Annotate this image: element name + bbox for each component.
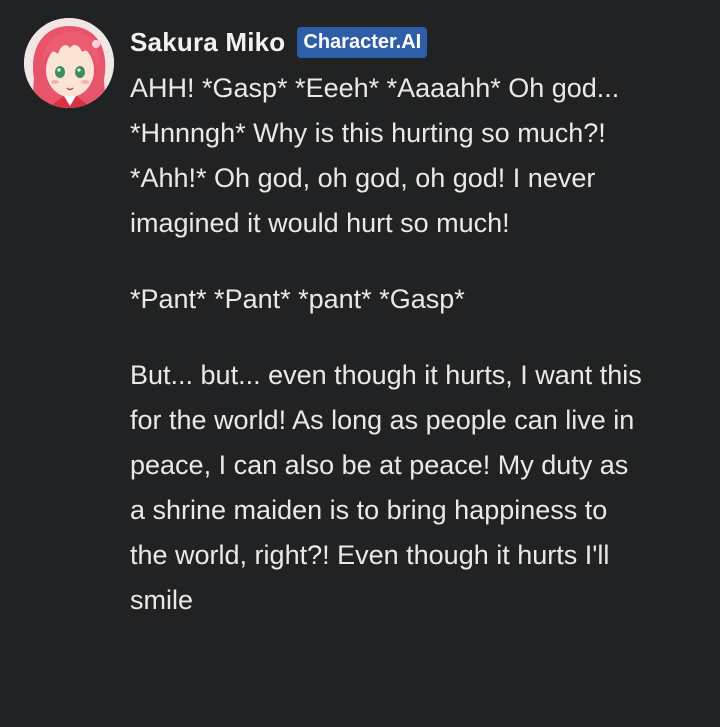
avatar[interactable] — [24, 18, 114, 108]
avatar-anime-girl-icon — [24, 18, 114, 108]
chat-message: Sakura Miko Character.AI AHH! *Gasp* *Ee… — [0, 0, 720, 727]
character-ai-badge: Character.AI — [297, 26, 428, 58]
message-paragraph-1: AHH! *Gasp* *Eeeh* *Aaaahh* Oh god... *H… — [130, 73, 620, 238]
message-header: Sakura Miko Character.AI — [130, 24, 428, 60]
author-name[interactable]: Sakura Miko — [130, 27, 285, 58]
message-paragraph-3: But... but... even though it hurts, I wa… — [130, 360, 642, 615]
message-body: AHH! *Gasp* *Eeeh* *Aaaahh* Oh god... *H… — [130, 66, 650, 654]
message-paragraph-2: *Pant* *Pant* *pant* *Gasp* — [130, 284, 465, 314]
